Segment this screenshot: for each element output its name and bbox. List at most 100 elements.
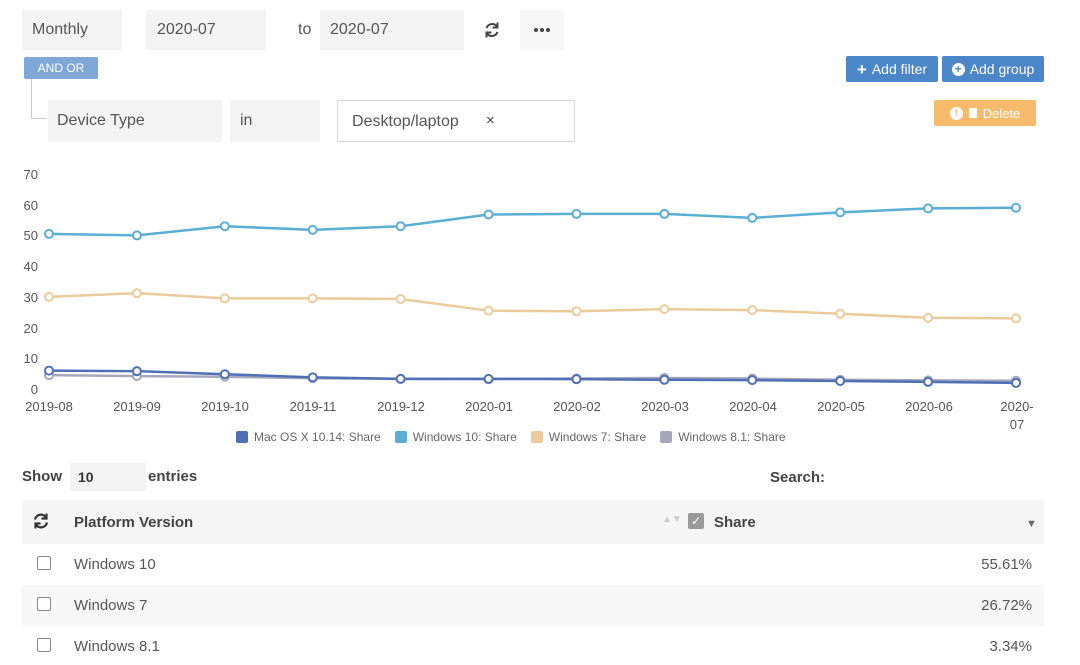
data-point[interactable] — [219, 221, 230, 232]
share-checkbox-icon[interactable]: ✓ — [688, 513, 704, 529]
ellipsis-icon — [534, 28, 550, 32]
data-point[interactable] — [44, 228, 54, 239]
legend-item-mac[interactable]: Mac OS X 10.14: Share — [236, 428, 381, 446]
x-tick-label: 2019-08 — [25, 399, 73, 414]
row-share: 55.61% — [981, 556, 1032, 573]
more-button[interactable] — [520, 10, 564, 50]
x-tick-label-line2: 07 — [1009, 417, 1025, 432]
table-header: Platform Version ▲▼ ✓ Share ▼ — [22, 500, 1044, 544]
legend-item-win10[interactable]: Windows 10: Share — [394, 428, 517, 446]
table-row[interactable]: Windows 7 26.72% — [22, 585, 1044, 626]
data-point[interactable] — [923, 312, 934, 323]
data-point[interactable] — [395, 294, 406, 305]
delete-button[interactable]: ! Delete — [934, 100, 1036, 126]
refresh-icon[interactable] — [31, 511, 51, 531]
column-header-share[interactable]: Share — [714, 514, 756, 531]
x-tick-label: 2020-03 — [641, 399, 689, 414]
add-filter-button[interactable]: + Add filter — [846, 56, 938, 82]
data-point[interactable] — [44, 291, 54, 302]
x-tick-label: 2020- — [1000, 399, 1034, 414]
line-chart — [44, 202, 1021, 388]
show-label: Show — [22, 468, 62, 485]
data-point[interactable] — [307, 224, 318, 235]
legend-label: Windows 10: Share — [412, 430, 517, 444]
table-row[interactable]: Windows 8.1 3.34% — [22, 626, 1044, 665]
data-point[interactable] — [44, 365, 54, 376]
table-row[interactable]: Windows 10 55.61% — [22, 544, 1044, 585]
legend-swatch — [660, 431, 673, 443]
data-point[interactable] — [219, 369, 230, 380]
column-header-platform[interactable]: Platform Version — [74, 514, 193, 531]
data-point[interactable] — [483, 305, 494, 316]
series-line — [48, 206, 1017, 237]
legend-swatch — [530, 431, 543, 443]
data-point[interactable] — [483, 373, 494, 384]
trash-icon — [968, 108, 977, 118]
data-point[interactable] — [835, 207, 846, 218]
group-connector — [31, 79, 47, 119]
x-tick-label: 2020-01 — [465, 399, 513, 414]
data-point[interactable] — [571, 208, 582, 219]
x-tick-label: 2020-04 — [729, 399, 777, 414]
data-point[interactable] — [747, 212, 758, 223]
data-point[interactable] — [307, 293, 318, 304]
data-point[interactable] — [923, 203, 934, 214]
from-date-input[interactable]: 2020-07 — [146, 10, 266, 50]
data-point[interactable] — [571, 374, 582, 385]
add-group-label: Add group — [969, 61, 1035, 77]
data-point[interactable] — [747, 375, 758, 386]
row-platform: Windows 7 — [74, 597, 148, 614]
data-point[interactable] — [131, 366, 142, 377]
legend-item-win81[interactable]: Windows 8.1: Share — [660, 428, 786, 446]
sort-desc-icon[interactable]: ▼ — [1026, 518, 1037, 530]
add-group-button[interactable]: + Add group — [942, 56, 1044, 82]
refresh-icon — [485, 22, 499, 38]
period-select-value: Monthly — [32, 21, 89, 38]
legend-label: Windows 8.1: Share — [678, 430, 786, 444]
legend-item-win7[interactable]: Windows 7: Share — [530, 428, 646, 446]
and-or-toggle[interactable]: AND OR — [24, 57, 98, 79]
data-point[interactable] — [131, 230, 142, 241]
row-platform: Windows 8.1 — [74, 638, 160, 655]
entries-label: entries — [148, 468, 198, 485]
data-point[interactable] — [395, 373, 406, 384]
sort-icon[interactable]: ▲▼ — [662, 514, 682, 525]
x-tick-label: 2020-05 — [817, 399, 865, 414]
refresh-button[interactable] — [476, 14, 508, 46]
chart-area: 70 60 50 40 30 20 10 0 2019-08 2019-09 2… — [0, 160, 1080, 450]
data-point[interactable] — [1011, 202, 1021, 213]
data-point[interactable] — [835, 376, 846, 387]
data-point[interactable] — [659, 208, 670, 219]
data-point[interactable] — [923, 376, 934, 387]
period-select[interactable]: Monthly — [22, 10, 122, 50]
data-point[interactable] — [571, 306, 582, 317]
data-point[interactable] — [1011, 377, 1021, 388]
filter-field-select[interactable]: Device Type — [48, 100, 222, 142]
row-checkbox[interactable] — [37, 597, 51, 611]
and-or-label: AND OR — [37, 61, 85, 75]
page-size-value: 10 — [78, 469, 94, 485]
data-point[interactable] — [219, 293, 230, 304]
search-input[interactable] — [832, 461, 1044, 493]
filter-value-input[interactable]: Desktop/laptop × — [337, 100, 575, 142]
plus-circle-icon: + — [951, 62, 965, 76]
page-size-select[interactable]: 10 — [70, 463, 146, 491]
data-point[interactable] — [1011, 313, 1021, 324]
row-checkbox[interactable] — [37, 556, 51, 570]
data-point[interactable] — [483, 209, 494, 220]
x-tick-label: 2019-12 — [377, 399, 425, 414]
row-share: 26.72% — [981, 597, 1032, 614]
data-point[interactable] — [131, 288, 142, 299]
data-point[interactable] — [395, 221, 406, 232]
data-point[interactable] — [659, 304, 670, 315]
row-checkbox[interactable] — [37, 638, 51, 652]
data-point[interactable] — [835, 308, 846, 319]
filter-operator-select[interactable]: in — [230, 100, 320, 142]
data-point[interactable] — [659, 374, 670, 385]
remove-tag-icon[interactable]: × — [486, 112, 495, 129]
filter-operator-value: in — [240, 112, 253, 129]
data-point[interactable] — [747, 305, 758, 316]
to-date-input[interactable]: 2020-07 — [320, 10, 464, 50]
info-icon: ! — [949, 106, 963, 120]
data-point[interactable] — [307, 372, 318, 383]
